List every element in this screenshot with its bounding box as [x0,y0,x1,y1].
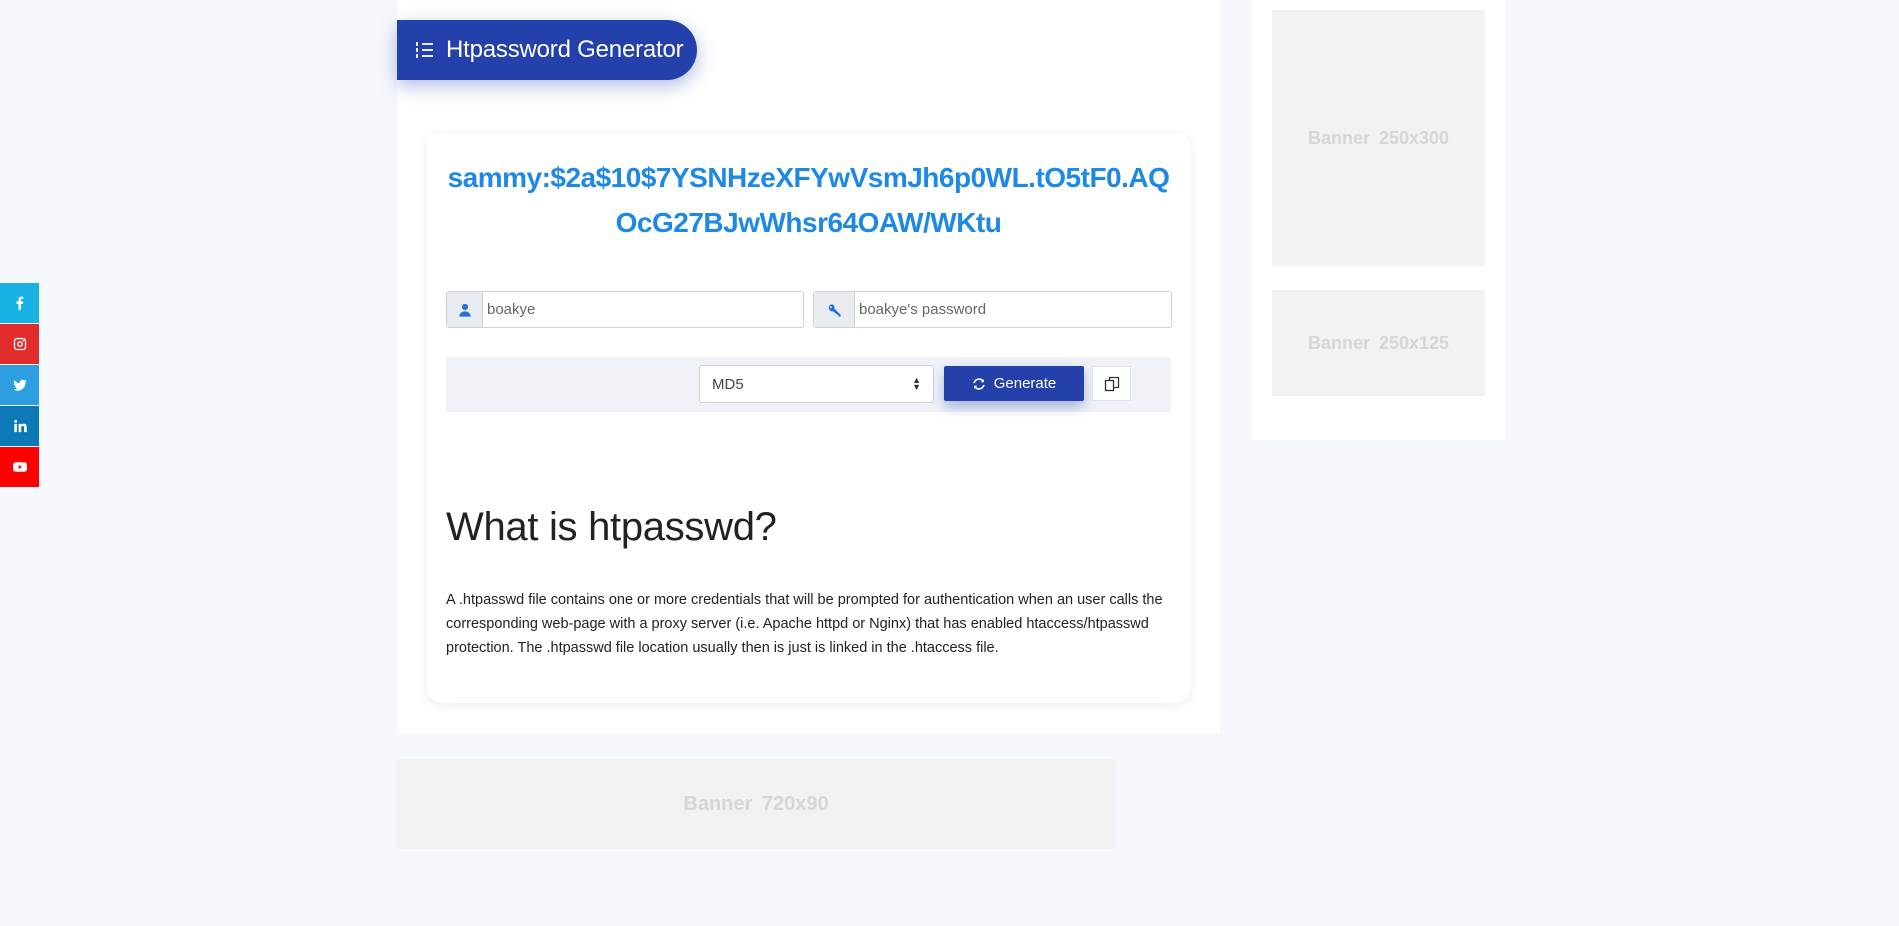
linkedin-icon [13,419,27,433]
facebook-icon [16,296,23,310]
generated-hash: sammy:$2a$10$7YSNHzeXFYwVsmJh6p0WL.tO5tF… [447,162,1170,238]
password-input[interactable] [855,292,1171,327]
facebook-link[interactable] [0,283,39,323]
key-icon [828,303,841,317]
page-title-badge: Htpassword Generator [397,20,697,80]
section-paragraph: A .htpasswd file contains one or more cr… [446,592,1163,656]
banner-side-top[interactable]: Banner 250x300 [1272,10,1485,266]
section-heading: What is htpasswd? [446,505,777,549]
password-field [813,291,1172,328]
copy-button[interactable] [1092,366,1131,401]
social-sidebar [0,283,39,488]
twitter-link[interactable] [0,365,39,405]
banner-bottom[interactable]: Banner 720x90 [396,759,1116,849]
refresh-icon [973,377,985,390]
list-icon [416,42,433,58]
banner-side-bottom[interactable]: Banner 250x125 [1272,290,1485,396]
instagram-link[interactable] [0,324,39,364]
user-icon [458,303,471,317]
select-arrows-icon: ▲ ▼ [912,375,921,392]
username-field [446,291,804,328]
user-addon [447,292,483,327]
username-input[interactable] [483,292,803,327]
generate-button[interactable]: Generate [944,366,1084,401]
youtube-link[interactable] [0,447,39,487]
copy-icon [1104,376,1119,391]
youtube-icon [12,462,27,472]
linkedin-link[interactable] [0,406,39,446]
generate-label: Generate [993,375,1057,392]
algorithm-selected-value: MD5 [712,375,744,393]
instagram-icon [13,337,26,351]
algorithm-select[interactable]: MD5 ▲ ▼ [699,365,934,403]
key-addon [814,292,855,327]
twitter-icon [12,379,27,391]
page-title: Htpassword Generator [446,36,684,63]
